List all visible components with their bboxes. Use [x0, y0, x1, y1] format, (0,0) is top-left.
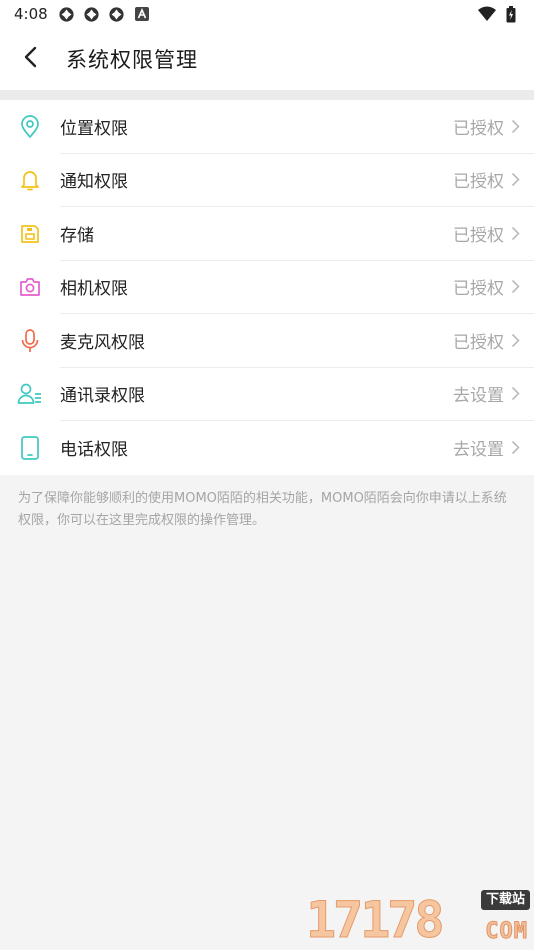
permission-label: 通知权限 — [60, 172, 128, 193]
permission-row-camera[interactable]: 相机权限 已授权 — [0, 261, 534, 314]
chevron-right-icon — [508, 331, 522, 349]
permission-status: 已授权 — [453, 225, 504, 246]
permission-status: 已授权 — [453, 332, 504, 353]
watermark-digits: 17178 — [306, 891, 446, 949]
permission-row-microphone[interactable]: 麦克风权限 已授权 — [0, 314, 534, 368]
gear-icon — [83, 5, 101, 23]
permission-status: 已授权 — [453, 279, 504, 300]
wifi-icon — [478, 5, 496, 23]
gear-icon — [108, 5, 126, 23]
storage-icon — [0, 223, 60, 245]
permission-label: 通讯录权限 — [60, 386, 145, 407]
permission-row-location[interactable]: 位置权限 已授权 — [0, 100, 534, 154]
chevron-right-icon — [508, 278, 522, 296]
phone-icon — [0, 435, 60, 461]
permission-row-phone[interactable]: 电话权限 去设置 — [0, 421, 534, 475]
permission-label: 麦克风权限 — [60, 332, 145, 353]
bell-icon — [0, 168, 60, 192]
contacts-icon — [0, 382, 60, 406]
permission-status: 已授权 — [453, 172, 504, 193]
chevron-right-icon — [508, 385, 522, 403]
app-header: 系统权限管理 — [0, 28, 534, 90]
status-bar: 4:08 — [0, 0, 534, 28]
watermark-suffix: COM — [485, 919, 528, 945]
chevron-right-icon — [508, 439, 522, 457]
permission-status: 去设置 — [453, 386, 504, 407]
back-button[interactable] — [0, 28, 60, 90]
chevron-right-icon — [508, 224, 522, 242]
page-title: 系统权限管理 — [66, 48, 198, 72]
permission-list: 位置权限 已授权 通知权限 已授权 存储 已授权 相机权限 已授权 麦克风权限 … — [0, 100, 534, 475]
section-divider — [0, 90, 534, 100]
battery-icon — [502, 5, 520, 23]
permission-explanation: 为了保障你能够顺利的使用MOMO陌陌的相关功能，MOMO陌陌会向你申请以上系统权… — [18, 490, 507, 528]
chevron-left-icon — [23, 46, 37, 72]
camera-icon — [0, 276, 60, 298]
gear-icon — [58, 5, 76, 23]
status-time: 4:08 — [14, 5, 48, 23]
microphone-icon — [0, 328, 60, 354]
permission-row-contacts[interactable]: 通讯录权限 去设置 — [0, 368, 534, 421]
permission-label: 位置权限 — [60, 118, 128, 139]
permission-row-storage[interactable]: 存储 已授权 — [0, 207, 534, 261]
chevron-right-icon — [508, 117, 522, 135]
permission-label: 相机权限 — [60, 279, 128, 300]
watermark-logo: 17178 下载站 COM — [306, 888, 532, 949]
a-badge-icon — [133, 5, 151, 23]
watermark-tag: 下载站 — [480, 890, 530, 910]
chevron-right-icon — [508, 171, 522, 189]
status-icons-left — [58, 5, 151, 23]
status-icons-right — [478, 5, 520, 23]
permission-label: 存储 — [60, 225, 94, 246]
permission-status: 去设置 — [453, 440, 504, 461]
permission-label: 电话权限 — [60, 440, 128, 461]
permission-row-notification[interactable]: 通知权限 已授权 — [0, 154, 534, 207]
location-icon — [0, 114, 60, 139]
permission-status: 已授权 — [453, 118, 504, 139]
